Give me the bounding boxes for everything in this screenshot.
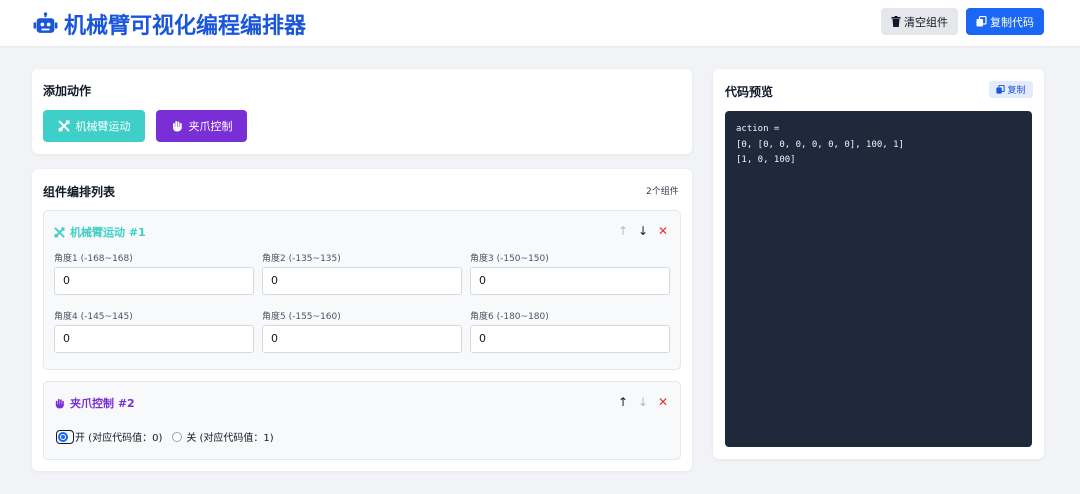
gripper-close-label: 关 (对应代码值：1) (186, 433, 274, 444)
angle2-label: 角度2 (-135~135) (262, 254, 341, 264)
angle6-field: 角度6 (-180~180) 0 (470, 309, 670, 353)
angle5-label: 角度5 (-155~160) (262, 312, 341, 322)
code-output: action = [0, [0, 0, 0, 0, 0, 0], 100, 1]… (725, 111, 1032, 447)
radio-wrapper (56, 429, 74, 444)
add-arm-motion-button[interactable]: 机械臂运动 (43, 110, 145, 142)
add-gripper-control-label: 夹爪控制 (188, 120, 233, 133)
angle1-field: 角度1 (-168~168) 0 (54, 251, 254, 295)
gripper-control-component: 夹爪控制 #2 ↑ ↓ ✕ 开 (对应代码值：0) 关 (对应代码值：1) (43, 381, 681, 460)
tools-icon (54, 226, 65, 238)
component-list-panel: 组件编排列表 2个组件 机械臂运动 #1 ↑ ↓ ✕ 角度1 (-168~168… (32, 169, 692, 471)
angle6-label: 角度6 (-180~180) (470, 312, 549, 322)
move-up-button[interactable]: ↑ (618, 224, 628, 238)
angle4-input[interactable]: 0 (54, 325, 254, 353)
angle2-field: 角度2 (-135~135) 0 (262, 251, 462, 295)
gripper-open-radio[interactable] (58, 431, 68, 442)
hand-icon (172, 121, 182, 132)
clear-components-label: 清空组件 (904, 15, 948, 29)
arm-motion-component-title: 机械臂运动 #1 (70, 226, 146, 239)
copy-code-label: 复制代码 (990, 15, 1034, 29)
angle6-input[interactable]: 0 (470, 325, 670, 353)
add-gripper-control-button[interactable]: 夹爪控制 (156, 110, 247, 142)
move-down-button[interactable]: ↓ (638, 395, 648, 409)
gripper-close-radio[interactable] (172, 431, 183, 442)
component-list-title: 组件编排列表 (43, 185, 116, 199)
copy-icon (976, 16, 987, 27)
code-preview-panel: 代码预览 复制 action = [0, [0, 0, 0, 0, 0, 0],… (713, 69, 1044, 459)
code-line: [1, 0, 100] (736, 155, 796, 165)
arm-motion-component-header: 机械臂运动 #1 (54, 224, 146, 240)
component-count: 2个组件 (646, 187, 679, 197)
delete-component-button[interactable]: ✕ (658, 395, 668, 409)
angle1-input[interactable]: 0 (54, 267, 254, 295)
trash-icon (891, 16, 901, 27)
robot-icon (33, 11, 58, 33)
angle4-label: 角度4 (-145~145) (54, 312, 133, 322)
arm-motion-component: 机械臂运动 #1 ↑ ↓ ✕ 角度1 (-168~168) 0 角度2 (-13… (43, 210, 681, 370)
gripper-control-component-title: 夹爪控制 #2 (70, 397, 135, 410)
clear-components-button[interactable]: 清空组件 (881, 8, 958, 35)
code-line: action = (736, 124, 780, 134)
angle5-field: 角度5 (-155~160) 0 (262, 309, 462, 353)
gripper-open-label: 开 (对应代码值：0) (75, 433, 163, 444)
move-up-button[interactable]: ↑ (618, 395, 628, 409)
gripper-open-option[interactable]: 开 (对应代码值：0) (56, 429, 163, 444)
delete-component-button[interactable]: ✕ (658, 224, 668, 238)
angle3-input[interactable]: 0 (470, 267, 670, 295)
move-down-button[interactable]: ↓ (638, 224, 648, 238)
app-header: 机械臂可视化编程编排器 清空组件 复制代码 (0, 0, 1080, 46)
hand-icon (55, 398, 64, 409)
tools-icon (57, 120, 70, 132)
arm-motion-component-actions: ↑ ↓ ✕ (618, 224, 668, 238)
code-preview-title: 代码预览 (725, 85, 774, 99)
copy-icon (996, 85, 1006, 94)
add-actions-panel: 添加动作 机械臂运动 夹爪控制 (32, 69, 692, 154)
code-line: [0, [0, 0, 0, 0, 0, 0], 100, 1] (736, 139, 904, 150)
add-actions-title: 添加动作 (43, 84, 92, 98)
copy-preview-button[interactable]: 复制 (989, 81, 1033, 98)
angle4-field: 角度4 (-145~145) 0 (54, 309, 254, 353)
angle3-field: 角度3 (-150~150) 0 (470, 251, 670, 295)
angle3-label: 角度3 (-150~150) (470, 254, 549, 264)
gripper-state-radio-group: 开 (对应代码值：0) 关 (对应代码值：1) (56, 429, 284, 444)
app-logo: 机械臂可视化编程编排器 (33, 8, 306, 40)
add-arm-motion-label: 机械臂运动 (75, 120, 131, 133)
gripper-close-option[interactable]: 关 (对应代码值：1) (172, 429, 274, 444)
angle1-label: 角度1 (-168~168) (54, 254, 133, 264)
angle2-input[interactable]: 0 (262, 267, 462, 295)
copy-preview-label: 复制 (1007, 86, 1026, 96)
gripper-control-component-header: 夹爪控制 #2 (54, 395, 135, 411)
gripper-control-component-actions: ↑ ↓ ✕ (618, 395, 668, 409)
angle5-input[interactable]: 0 (262, 325, 462, 353)
app-title: 机械臂可视化编程编排器 (64, 14, 307, 39)
copy-code-button[interactable]: 复制代码 (966, 8, 1044, 35)
